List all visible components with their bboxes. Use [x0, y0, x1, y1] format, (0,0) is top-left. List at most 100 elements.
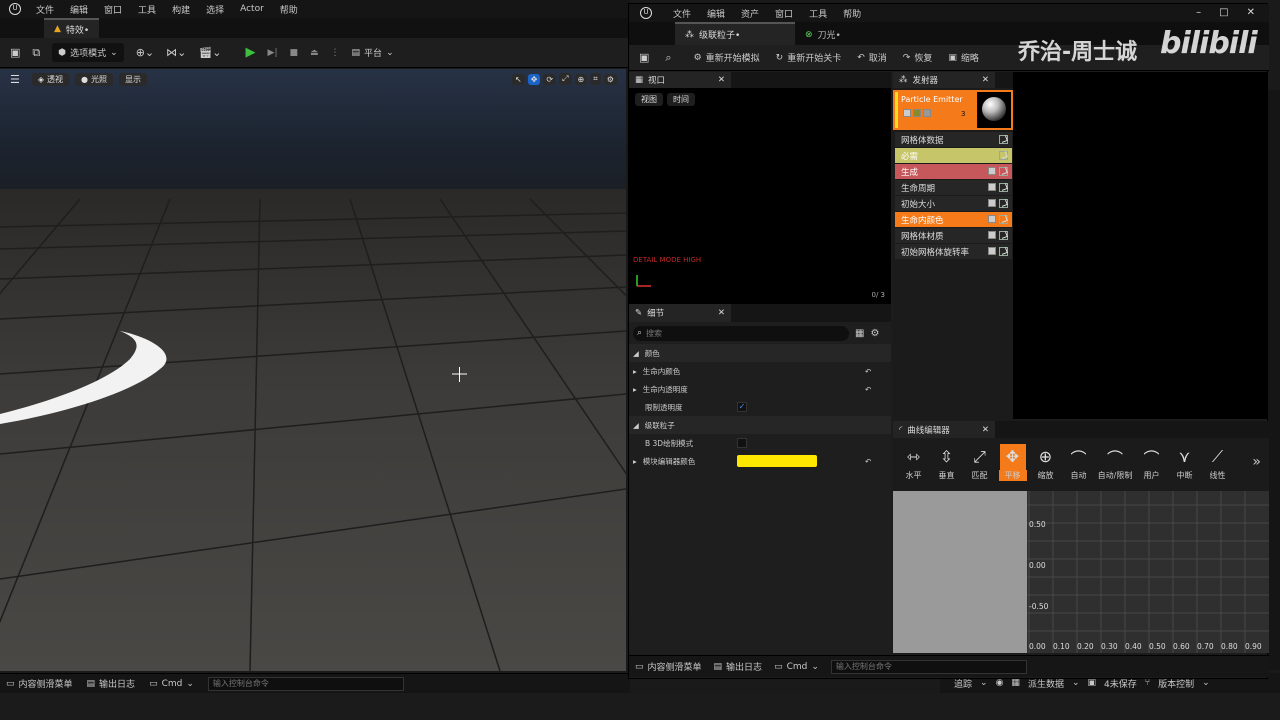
close-icon[interactable]: ✕: [982, 425, 989, 435]
settings-icon[interactable]: ⚙: [603, 73, 617, 85]
emitter-module-row[interactable]: 网格体数据: [895, 132, 1012, 147]
fit-horizontal-button[interactable]: ⇿ 水平: [897, 444, 930, 481]
save-icon[interactable]: ▣: [639, 51, 649, 64]
blade-tab[interactable]: ⊗ 刀光•: [795, 22, 905, 45]
fit-button[interactable]: ⤢ 匹配: [963, 444, 996, 481]
emitter-enable-checkbox[interactable]: [903, 109, 911, 117]
curve-toggle-icon[interactable]: [999, 199, 1008, 208]
emitters-panel-tab[interactable]: ⁂ 发射器 ✕: [893, 72, 995, 88]
curve-track-list[interactable]: [893, 491, 1027, 653]
curve-toggle-icon[interactable]: [999, 215, 1008, 224]
level-viewport[interactable]: ☰ ◈ 透视 ● 光照 显示 ↖ ✥ ⟳ ⤢ ⊕ ⌗ ⚙: [0, 69, 626, 671]
restart-sim-button[interactable]: ⚙ 重新开始模拟: [694, 51, 760, 65]
stop-icon[interactable]: ■: [290, 48, 299, 58]
emitter-header[interactable]: Particle Emitter 3: [893, 90, 1013, 130]
curve-graph[interactable]: 0.50 0.00 -0.50 0.00 0.10 0.20 0.30 0.40 0.50 0.…: [1027, 491, 1269, 653]
redo-button[interactable]: ↷ 恢复: [903, 51, 933, 65]
curve-toggle-icon[interactable]: [999, 247, 1008, 256]
cascade-menu-window[interactable]: 窗口: [775, 7, 793, 20]
emitter-module-row[interactable]: 生成: [895, 164, 1012, 179]
more-chevron-icon[interactable]: »: [1252, 454, 1261, 470]
curve-panel-tab[interactable]: ◜ 曲线编辑器 ✕: [893, 421, 995, 438]
unreal-logo[interactable]: U: [637, 4, 655, 22]
console-input[interactable]: [207, 676, 404, 691]
close-icon[interactable]: ✕: [718, 75, 725, 85]
fit-vertical-button[interactable]: ⇳ 垂直: [930, 444, 963, 481]
thumbnail-button[interactable]: ▣ 缩略: [948, 51, 979, 65]
curve-toggle-icon[interactable]: [999, 135, 1008, 144]
move-icon[interactable]: ✥: [527, 73, 541, 85]
reset-icon[interactable]: ↶: [865, 367, 871, 376]
more-icon[interactable]: ⋮: [331, 48, 340, 58]
pan-button[interactable]: ✥ 平移: [996, 443, 1029, 481]
cascade-menu-edit[interactable]: 编辑: [707, 7, 725, 20]
cascade-menu-tools[interactable]: 工具: [809, 7, 827, 20]
module-enable-checkbox[interactable]: [988, 167, 996, 175]
auto-button[interactable]: ⌒ 自动: [1062, 444, 1095, 481]
add-actor-icon[interactable]: ⊕⌄: [136, 46, 154, 59]
browse-icon[interactable]: ⧉: [32, 46, 40, 60]
module-enable-checkbox[interactable]: [988, 199, 996, 207]
table-icon[interactable]: ▦: [855, 328, 864, 339]
module-color-swatch[interactable]: [737, 455, 817, 467]
minimize-icon[interactable]: –: [1196, 7, 1201, 18]
menu-edit[interactable]: 编辑: [70, 3, 88, 16]
world-icon[interactable]: ⊕: [574, 73, 588, 85]
module-enable-checkbox[interactable]: [988, 231, 996, 239]
menu-build[interactable]: 构建: [172, 3, 190, 16]
lit-button[interactable]: ● 光照: [75, 73, 114, 86]
auto-clamped-button[interactable]: ⌒ 自动/限制: [1095, 444, 1135, 481]
blueprint-icon[interactable]: ⋈⌄: [166, 46, 186, 59]
details-search-input[interactable]: [646, 328, 827, 338]
level-tab[interactable]: ▲ 特效•: [44, 18, 100, 38]
undo-button[interactable]: ↶ 取消: [857, 51, 887, 65]
section-color[interactable]: ◢ 颜色: [629, 344, 891, 362]
view-button[interactable]: 视图: [635, 93, 663, 106]
close-icon[interactable]: ✕: [718, 308, 725, 318]
menu-window[interactable]: 窗口: [104, 3, 122, 16]
menu-tools[interactable]: 工具: [138, 3, 156, 16]
console-input[interactable]: [830, 659, 1027, 674]
browse-icon[interactable]: ⌕: [665, 51, 671, 65]
mode-dropdown[interactable]: ⬢ 选项模式 ⌄: [52, 43, 124, 62]
scale-icon[interactable]: ⤢: [559, 73, 572, 85]
cinematics-icon[interactable]: 🎬︎⌄: [198, 46, 221, 59]
emitter-module-row[interactable]: 网格体材质: [895, 228, 1012, 243]
maximize-icon[interactable]: □: [1219, 7, 1228, 18]
menu-actor[interactable]: Actor: [240, 4, 264, 14]
restart-level-button[interactable]: ↻ 重新开始关卡: [776, 51, 842, 65]
emitter-module-row[interactable]: 初始大小: [895, 196, 1012, 211]
rotate-icon[interactable]: ⟳: [543, 73, 557, 85]
output-log-button[interactable]: ▤ 输出日志: [87, 677, 136, 691]
cascade-viewport-panel[interactable]: ▦ 视口 ✕ 视图 时间 DETAIL MODE HIGH 0/ 3: [629, 72, 891, 304]
reset-icon[interactable]: ↶: [865, 385, 871, 394]
snap-icon[interactable]: ⌗: [590, 73, 601, 85]
platform-dropdown[interactable]: ▤ 平台 ⌄: [352, 46, 394, 60]
menu-file[interactable]: 文件: [36, 3, 54, 16]
module-enable-checkbox[interactable]: [988, 215, 996, 223]
select-icon[interactable]: ↖: [512, 73, 525, 85]
cmd-dropdown[interactable]: ▭ Cmd ⌄: [774, 662, 819, 672]
cascade-menu-asset[interactable]: 资产: [741, 7, 759, 20]
user-button[interactable]: ⌒ 用户: [1135, 444, 1168, 481]
viewport-panel-tab[interactable]: ▦ 视口 ✕: [629, 72, 731, 88]
curve-toggle-icon[interactable]: [999, 231, 1008, 240]
record-icon[interactable]: ◉: [996, 678, 1004, 688]
close-icon[interactable]: ✕: [982, 75, 989, 85]
reset-icon[interactable]: ↶: [865, 457, 871, 466]
content-drawer-button[interactable]: ▭ 内容侧滑菜单: [635, 660, 702, 674]
emitter-module-row[interactable]: 初始网格体旋转率: [895, 244, 1012, 259]
linear-button[interactable]: ⟋ 线性: [1201, 444, 1234, 481]
details-search-box[interactable]: ⌕: [633, 325, 849, 341]
close-icon[interactable]: ✕: [1247, 7, 1255, 18]
emitter-solo-checkbox[interactable]: [913, 109, 921, 117]
emitter-module-row[interactable]: 必需: [895, 148, 1012, 163]
section-cascade[interactable]: ◢ 级联粒子: [629, 416, 891, 434]
curve-toggle-icon[interactable]: [999, 167, 1008, 176]
content-drawer-button[interactable]: ▭ 内容侧滑菜单: [6, 677, 73, 691]
emitter-module-row[interactable]: 生命周期: [895, 180, 1012, 195]
cascade-tab[interactable]: ⁂ 级联粒子•: [675, 22, 795, 45]
step-icon[interactable]: ▶|: [268, 48, 278, 58]
curve-toggle-icon[interactable]: [999, 151, 1008, 160]
menu-select[interactable]: 选择: [206, 3, 224, 16]
